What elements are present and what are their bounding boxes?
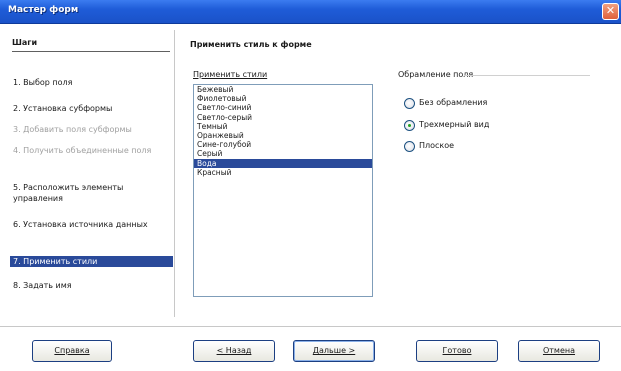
- step-item-5[interactable]: 5. Расположить элементы управления: [10, 182, 173, 204]
- radio-no-border[interactable]: Без обрамления: [404, 97, 584, 111]
- step-item-1[interactable]: 1. Выбор поля: [10, 77, 173, 88]
- back-button[interactable]: < Назад: [193, 340, 275, 362]
- steps-panel: Шаги 1. Выбор поля 2. Установка субформы…: [5, 30, 175, 317]
- step-item-8[interactable]: 8. Задать имя: [10, 280, 173, 291]
- radio-3d-look[interactable]: Трехмерный вид: [404, 119, 584, 133]
- steps-header: Шаги: [12, 38, 170, 52]
- style-item[interactable]: Фиолетовый: [194, 94, 372, 103]
- styles-list[interactable]: Бежевый Фиолетовый Светло-синий Светло-с…: [193, 84, 373, 297]
- radio-label: Трехмерный вид: [419, 120, 490, 129]
- radio-icon[interactable]: [404, 141, 415, 152]
- style-item[interactable]: Бежевый: [194, 85, 372, 94]
- radio-label: Плоское: [419, 141, 455, 150]
- radio-flat[interactable]: Плоское: [404, 140, 584, 154]
- step-item-7[interactable]: 7. Применить стили: [10, 256, 173, 267]
- style-item[interactable]: Оранжевый: [194, 131, 372, 140]
- radio-icon[interactable]: [404, 98, 415, 109]
- next-button[interactable]: Дальше >: [293, 340, 375, 362]
- close-icon[interactable]: ✕: [602, 3, 619, 20]
- style-item[interactable]: Светло-серый: [194, 113, 372, 122]
- page-title: Применить стиль к форме: [190, 40, 312, 49]
- style-item[interactable]: Светло-синий: [194, 103, 372, 112]
- step-item-4: 4. Получить объединенные поля: [13, 146, 152, 155]
- cancel-button[interactable]: Отмена: [518, 340, 600, 362]
- window-title: Мастер форм: [8, 5, 79, 15]
- field-border-label: Обрамление поля: [398, 70, 474, 79]
- style-item[interactable]: Темный: [194, 122, 372, 131]
- style-item[interactable]: Красный: [194, 168, 372, 177]
- divider: [0, 326, 621, 327]
- title-bar: Мастер форм ✕: [0, 0, 621, 24]
- style-item[interactable]: Сине-голубой: [194, 140, 372, 149]
- step-item-2[interactable]: 2. Установка субформы: [10, 103, 173, 114]
- radio-checked-icon[interactable]: [404, 120, 415, 131]
- divider: [464, 75, 590, 76]
- step-item-6[interactable]: 6. Установка источника данных: [10, 219, 173, 230]
- radio-label: Без обрамления: [419, 98, 488, 107]
- style-item-selected[interactable]: Вода: [194, 158, 372, 168]
- style-item[interactable]: Серый: [194, 149, 372, 158]
- help-button[interactable]: Справка: [32, 340, 112, 362]
- styles-list-label: Применить стили: [193, 70, 268, 79]
- step-item-3: 3. Добавить поля субформы: [13, 125, 132, 134]
- finish-button[interactable]: Готово: [416, 340, 498, 362]
